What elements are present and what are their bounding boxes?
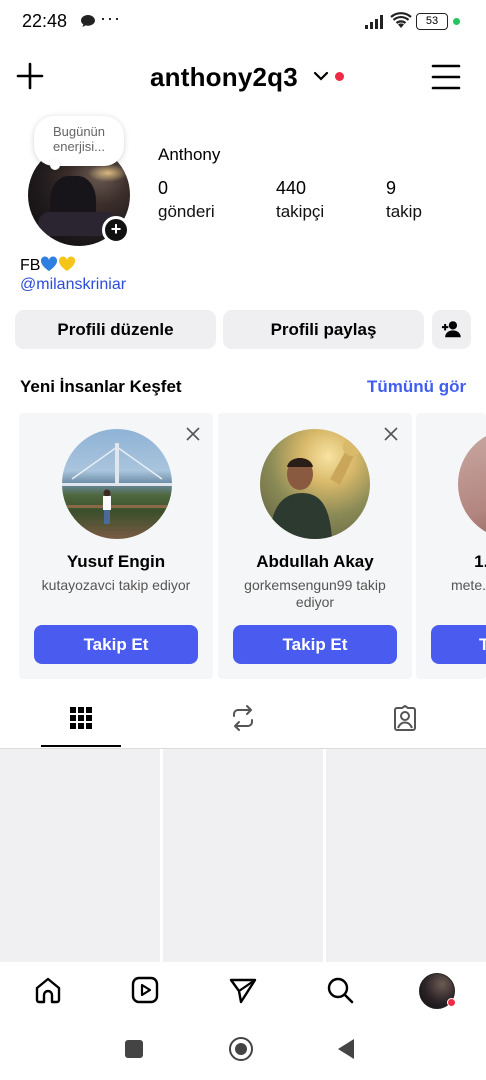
note-bubble[interactable]: Bugünün enerjisi...	[34, 116, 124, 166]
suggestion-avatar[interactable]	[62, 429, 172, 539]
wifi-icon	[390, 12, 412, 28]
back-button[interactable]	[338, 1039, 354, 1059]
status-bar: 22:48 ··· 53	[0, 0, 486, 44]
suggestion-card[interactable]: Yusuf Engin kutayozavci takip ediyor Tak…	[19, 413, 213, 679]
suggestion-subtitle: gorkemsengun99 takip ediyor	[244, 577, 386, 610]
status-overflow: ···	[100, 8, 121, 28]
grid-icon[interactable]	[67, 704, 95, 732]
follow-button[interactable]: Takip Et	[34, 625, 198, 664]
add-story-button[interactable]: +	[102, 216, 130, 244]
suggestion-subtitle: mete.i kişi t	[450, 577, 486, 593]
suggestion-card[interactable]: Abdullah Akay gorkemsengun99 takip ediyo…	[218, 413, 412, 679]
bridge-photo	[62, 443, 172, 524]
blue-heart-icon	[41, 256, 58, 271]
grid-placeholder	[326, 749, 486, 962]
recents-button[interactable]	[125, 1040, 143, 1058]
bio: FB	[20, 256, 76, 275]
suggestion-name[interactable]: 1.v	[416, 552, 486, 572]
send-icon[interactable]	[228, 975, 258, 1005]
discover-people-button[interactable]	[432, 310, 471, 349]
tagged-icon[interactable]	[391, 704, 419, 732]
trophy-photo	[270, 438, 361, 539]
charging-dot	[453, 18, 460, 25]
edit-profile-button[interactable]: Profili düzenle	[15, 310, 216, 349]
yellow-heart-icon	[59, 256, 76, 271]
profile-username[interactable]: anthony2q3	[150, 62, 298, 93]
create-plus-icon[interactable]	[14, 60, 46, 92]
note-text: Bugünün enerjisi...	[52, 124, 106, 154]
home-button-inner	[235, 1043, 247, 1055]
battery-indicator: 53	[416, 13, 448, 30]
display-name: Anthony	[158, 145, 221, 164]
suggestion-subtitle: kutayozavci takip ediyor	[41, 577, 191, 593]
chevron-down-icon[interactable]	[313, 70, 329, 82]
following-count[interactable]: 9	[386, 178, 396, 199]
active-tab-indicator	[41, 745, 121, 747]
close-icon[interactable]	[383, 426, 399, 442]
add-person-icon	[441, 321, 461, 338]
search-icon[interactable]	[325, 975, 355, 1005]
suggestion-name[interactable]: Yusuf Engin	[19, 552, 213, 572]
bio-mention-link[interactable]: @milanskriniar	[20, 276, 126, 294]
posts-label[interactable]: gönderi	[158, 202, 215, 222]
reels-icon[interactable]	[130, 975, 160, 1005]
grid-placeholder	[0, 749, 160, 962]
suggestion-avatar[interactable]	[260, 429, 370, 539]
notification-dot	[447, 998, 456, 1007]
hamburger-menu-icon[interactable]	[430, 62, 462, 92]
discover-title: Yeni İnsanlar Keşfet	[20, 377, 182, 396]
follow-button[interactable]: T	[431, 625, 486, 664]
signal-icon	[365, 15, 383, 29]
grid-placeholder	[163, 749, 323, 962]
home-icon[interactable]	[33, 975, 63, 1005]
see-all-link[interactable]: Tümünü gör	[367, 377, 466, 397]
reposts-icon[interactable]	[229, 704, 257, 732]
posts-count[interactable]: 0	[158, 178, 168, 199]
status-time: 22:48	[22, 11, 68, 31]
note-bubble-tail	[50, 160, 60, 170]
followers-label[interactable]: takipçi	[276, 202, 324, 222]
followers-count[interactable]: 440	[276, 178, 306, 199]
following-label[interactable]: takip	[386, 202, 422, 222]
share-profile-button[interactable]: Profili paylaş	[223, 310, 424, 349]
chat-notification-icon	[81, 15, 95, 27]
follow-button[interactable]: Takip Et	[233, 625, 397, 664]
suggestion-card[interactable]: 1.v mete.i kişi t T	[416, 413, 486, 679]
close-icon[interactable]	[185, 426, 201, 442]
notification-dot	[335, 72, 344, 81]
suggestion-avatar[interactable]	[458, 429, 486, 539]
bio-text: FB	[20, 257, 41, 274]
suggestion-name[interactable]: Abdullah Akay	[218, 552, 412, 572]
